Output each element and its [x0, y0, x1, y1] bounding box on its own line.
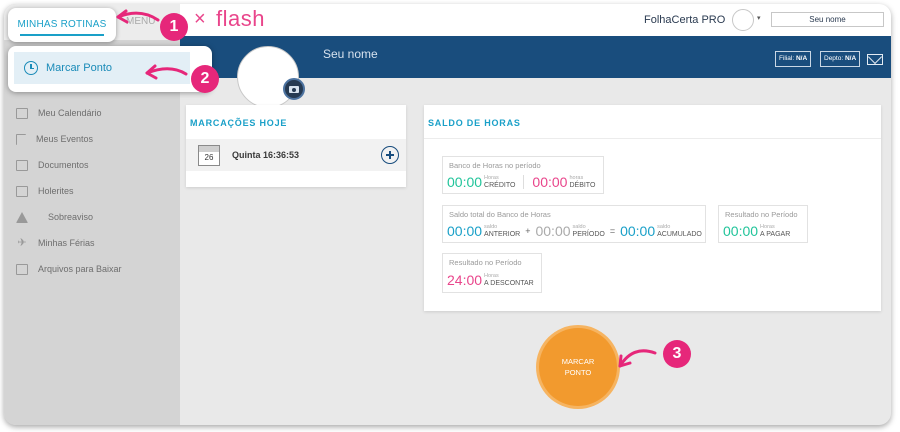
step-badge-3: 3: [663, 340, 691, 368]
annotation-arrows: [116, 9, 657, 368]
step-badge-2: 2: [191, 65, 219, 93]
step-badge-1: 1: [160, 13, 188, 41]
